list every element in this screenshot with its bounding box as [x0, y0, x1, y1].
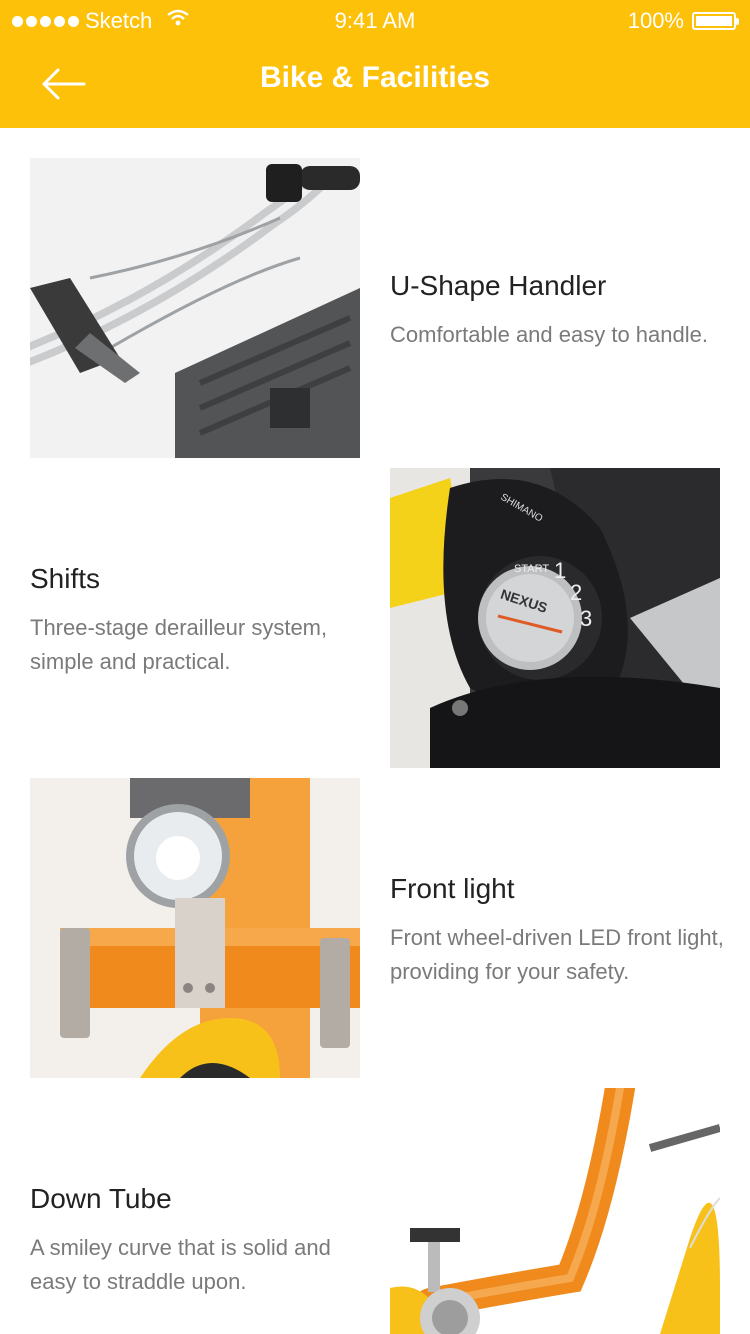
shifter-image: NEXUS SHIMANO START 1 2 3: [390, 468, 720, 768]
gear-3: 3: [580, 606, 592, 631]
feature-title: Down Tube: [30, 1183, 172, 1214]
feature-title: U-Shape Handler: [390, 270, 607, 301]
gear-2: 2: [570, 580, 582, 605]
feature-title: Front light: [390, 873, 515, 904]
feature-title: Shifts: [30, 563, 101, 594]
feature-description: Three-stage derailleur system, simple an…: [30, 615, 328, 674]
page-title: Bike & Facilities: [259, 61, 491, 94]
shifter-start-text: START: [514, 563, 549, 575]
down-tube-image: [390, 1088, 720, 1334]
front-light-image: [30, 778, 360, 1078]
feature-description: Comfortable and easy to handle.: [390, 322, 708, 347]
feature-description: A smiley curve that is solid and easy to…: [30, 1235, 331, 1294]
header-bar: Sketch 9:41 AM 100% Bike & Facilities: [0, 0, 750, 128]
feature-description: Front wheel-driven LED front light, prov…: [390, 925, 724, 984]
gear-1: 1: [554, 558, 566, 583]
status-bar: Sketch 9:41 AM 100%: [0, 0, 750, 40]
battery-percent: 100%: [627, 8, 684, 33]
battery-icon: [692, 12, 739, 30]
handlebar-image: [30, 158, 360, 458]
